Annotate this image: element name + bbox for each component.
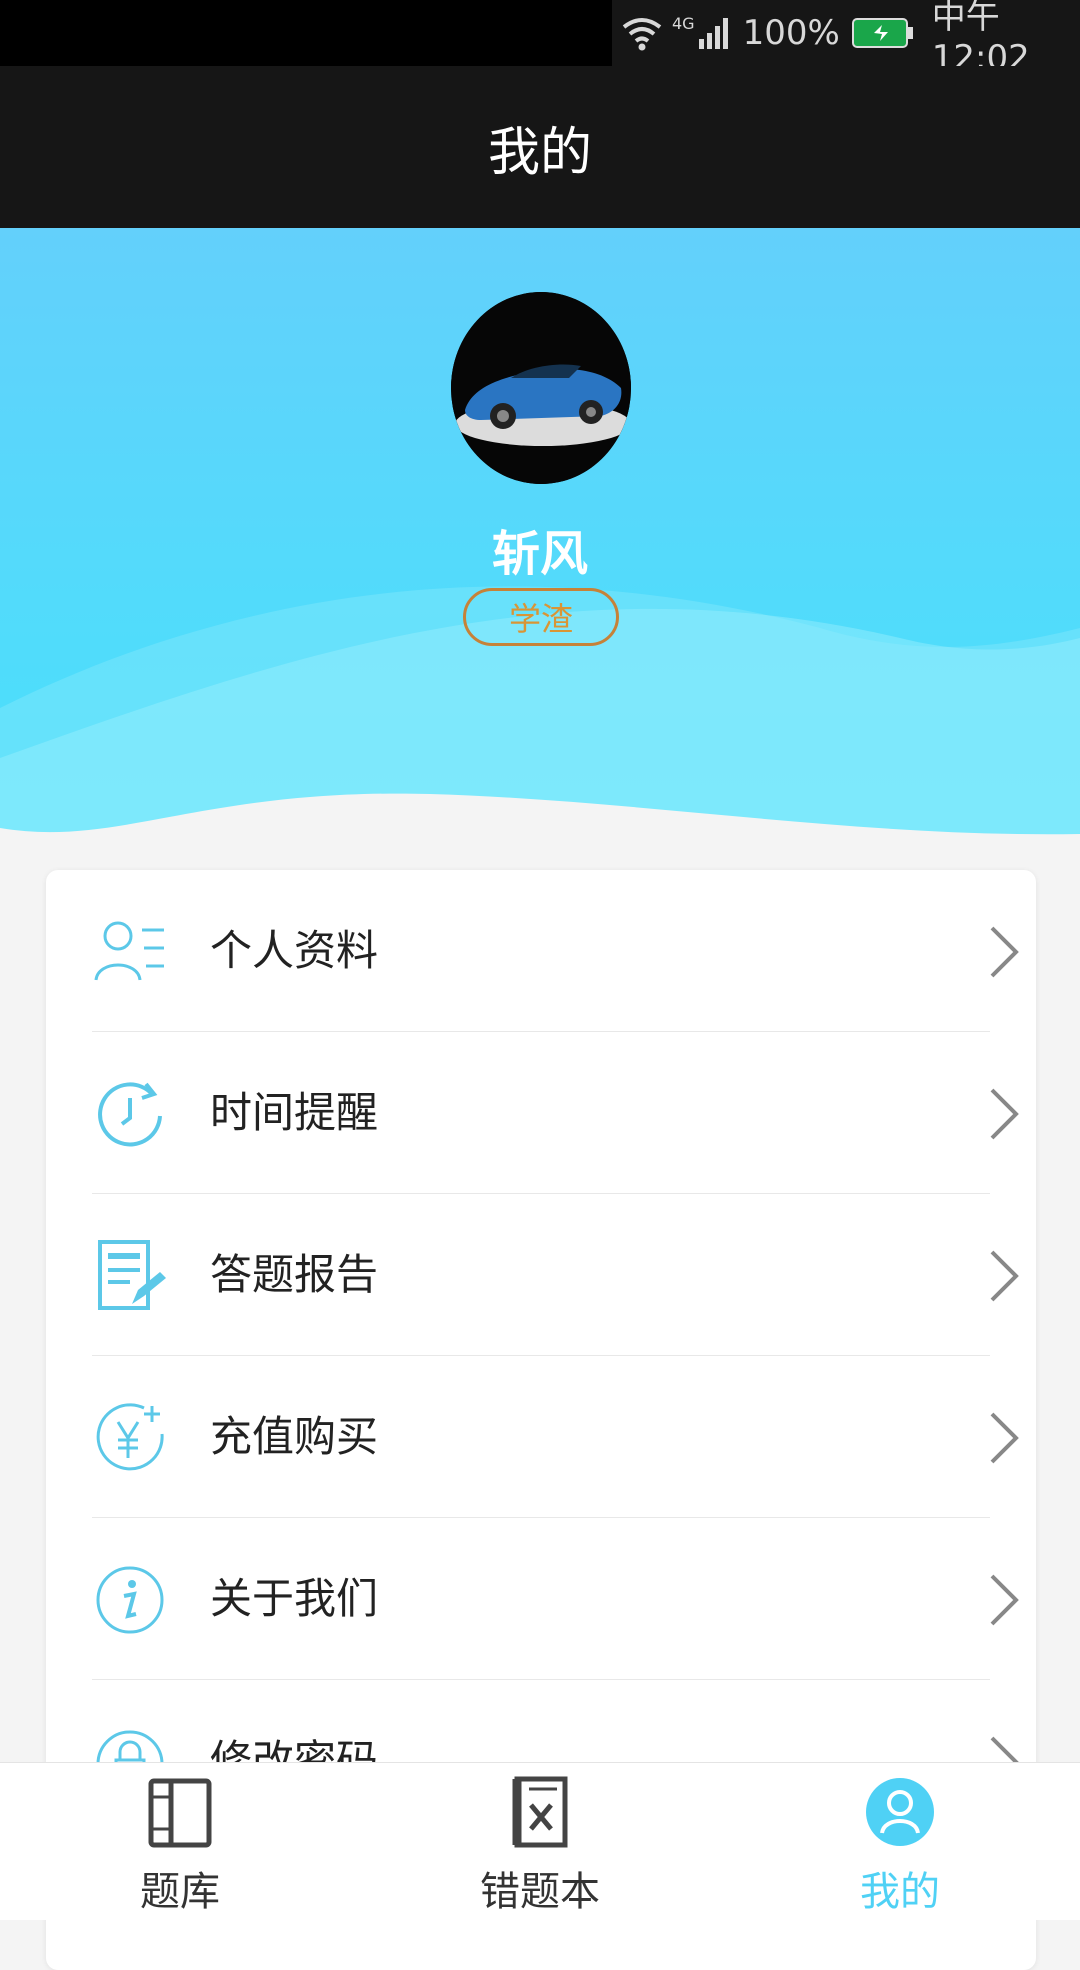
menu-item-profile[interactable]: 个人资料 <box>92 870 1019 1032</box>
menu-item-label: 答题报告 <box>210 1250 379 1299</box>
level-badge: 学渣 <box>463 588 619 646</box>
profile-header: 斩风 学渣 <box>0 228 1080 848</box>
user-name: 斩风 <box>491 526 588 582</box>
chevron-right-icon <box>984 1246 1024 1306</box>
page-title: 我的 <box>487 122 592 183</box>
nav-label: 题库 <box>140 1869 220 1915</box>
yuan-plus-icon <box>92 1400 168 1476</box>
status-indicators: 4G 100% 中午12:02 <box>612 0 1080 78</box>
page-title-bar: 我的 <box>0 66 1080 228</box>
chevron-right-icon <box>984 922 1024 982</box>
network-type-label: 4G <box>672 14 695 33</box>
status-bar: 4G 100% 中午12:02 <box>0 0 1080 78</box>
menu-item-label: 个人资料 <box>210 926 379 975</box>
battery-charging-icon <box>851 17 914 49</box>
nav-tab-mine[interactable]: 我的 <box>770 1763 1030 1921</box>
nav-label: 错题本 <box>480 1869 600 1915</box>
avatar[interactable] <box>451 292 631 484</box>
person-list-icon <box>92 914 168 990</box>
chevron-right-icon <box>984 1084 1024 1144</box>
user-icon <box>865 1775 935 1849</box>
battery-percent: 100% <box>742 13 840 53</box>
wrong-notebook-icon <box>505 1775 575 1849</box>
nav-label: 我的 <box>860 1869 940 1915</box>
bottom-navigation: 题库 错题本 我的 <box>0 1762 1080 1920</box>
menu-item-label: 充值购买 <box>210 1412 379 1461</box>
report-edit-icon <box>92 1238 168 1314</box>
menu-item-report[interactable]: 答题报告 <box>92 1194 1019 1356</box>
menu-item-label: 关于我们 <box>210 1574 379 1623</box>
menu-item-recharge[interactable]: 充值购买 <box>92 1356 1019 1518</box>
chevron-right-icon <box>984 1408 1024 1468</box>
menu-item-about[interactable]: 关于我们 <box>92 1518 1019 1680</box>
menu-item-label: 时间提醒 <box>210 1088 379 1137</box>
book-icon <box>145 1775 215 1849</box>
clock-refresh-icon <box>92 1076 168 1152</box>
wifi-icon <box>622 15 662 51</box>
info-icon <box>92 1562 168 1638</box>
menu-item-reminder[interactable]: 时间提醒 <box>92 1032 1019 1194</box>
chevron-right-icon <box>984 1570 1024 1630</box>
nav-tab-question-bank[interactable]: 题库 <box>50 1763 310 1921</box>
signal-icon <box>697 15 733 51</box>
car-photo <box>451 292 631 484</box>
nav-tab-wrong-questions[interactable]: 错题本 <box>410 1763 670 1921</box>
